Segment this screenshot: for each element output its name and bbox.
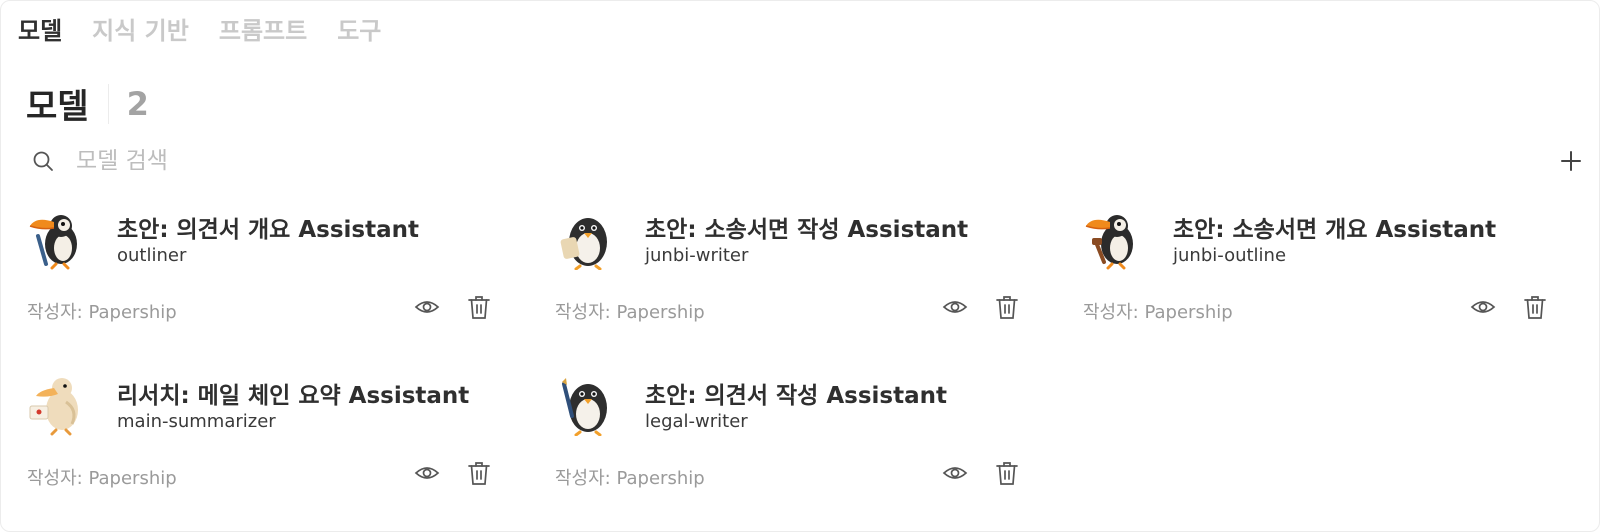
trash-icon — [1524, 296, 1546, 319]
penguin-icon — [554, 206, 618, 271]
tab-tools[interactable]: 도구 — [337, 11, 381, 46]
search-icon — [30, 148, 56, 174]
delete-button[interactable] — [465, 293, 493, 321]
model-title: 리서치: 메일 체인 요약 Assistant — [117, 383, 470, 409]
top-tabs: 모델 지식 기반 프롬프트 도구 — [18, 11, 381, 46]
model-author: 작성자: Papership — [555, 302, 705, 323]
model-title: 초안: 의견서 작성 Assistant — [645, 383, 947, 409]
model-card[interactable]: 초안: 의견서 작성 Assistant legal-writer 작성자: P… — [554, 369, 1029, 509]
model-title: 초안: 소송서면 개요 Assistant — [1173, 217, 1497, 243]
search-bar — [30, 143, 1585, 179]
delete-button[interactable] — [465, 459, 493, 487]
model-card[interactable]: 리서치: 메일 체인 요약 Assistant main-summarizer … — [26, 369, 501, 509]
delete-button[interactable] — [993, 293, 1021, 321]
pelican-icon — [26, 372, 90, 436]
trash-icon — [996, 296, 1018, 319]
view-button[interactable] — [941, 293, 969, 321]
view-button[interactable] — [941, 459, 969, 487]
tab-knowledge-base[interactable]: 지식 기반 — [92, 11, 189, 46]
model-id: outliner — [117, 245, 187, 266]
page-header: 모델 2 — [26, 79, 149, 128]
search-input[interactable] — [76, 148, 1476, 174]
model-title: 초안: 소송서면 작성 Assistant — [645, 217, 969, 243]
model-id: main-summarizer — [117, 411, 276, 432]
model-card[interactable]: 초안: 의견서 개요 Assistant outliner 작성자: Paper… — [26, 203, 501, 343]
model-author: 작성자: Papership — [27, 302, 177, 323]
model-title: 초안: 의견서 개요 Assistant — [117, 217, 419, 243]
penguin-icon — [554, 372, 618, 437]
trash-icon — [468, 296, 490, 319]
model-author: 작성자: Papership — [1083, 302, 1233, 323]
view-button[interactable] — [1469, 293, 1497, 321]
tab-models[interactable]: 모델 — [18, 11, 62, 46]
add-model-button[interactable] — [1557, 147, 1585, 175]
model-card[interactable]: 초안: 소송서면 작성 Assistant junbi-writer 작성자: … — [554, 203, 1029, 343]
model-id: junbi-writer — [645, 245, 749, 266]
toucan-icon — [26, 206, 90, 270]
model-author: 작성자: Papership — [555, 468, 705, 489]
eye-icon — [414, 301, 440, 313]
view-button[interactable] — [413, 459, 441, 487]
plus-icon — [1561, 151, 1581, 171]
app-frame: 모델 지식 기반 프롬프트 도구 모델 2 모델 검색 초안: 의견서 개요 A… — [0, 0, 1600, 532]
eye-icon — [1470, 301, 1496, 313]
delete-button[interactable] — [993, 459, 1021, 487]
eye-icon — [942, 467, 968, 479]
tab-prompts[interactable]: 프롬프트 — [219, 11, 307, 46]
toucan-icon — [1082, 206, 1146, 270]
model-id: junbi-outline — [1173, 245, 1287, 266]
delete-button[interactable] — [1521, 293, 1549, 321]
trash-icon — [468, 462, 490, 485]
view-button[interactable] — [413, 293, 441, 321]
eye-icon — [942, 301, 968, 313]
eye-icon — [414, 467, 440, 479]
header-divider — [107, 83, 109, 124]
page-title: 모델 — [26, 87, 89, 127]
trash-icon — [996, 462, 1018, 485]
model-count: 2 — [126, 84, 149, 123]
model-author: 작성자: Papership — [27, 468, 177, 489]
model-card[interactable]: 초안: 소송서면 개요 Assistant junbi-outline 작성자:… — [1082, 203, 1557, 343]
model-id: legal-writer — [645, 411, 748, 432]
